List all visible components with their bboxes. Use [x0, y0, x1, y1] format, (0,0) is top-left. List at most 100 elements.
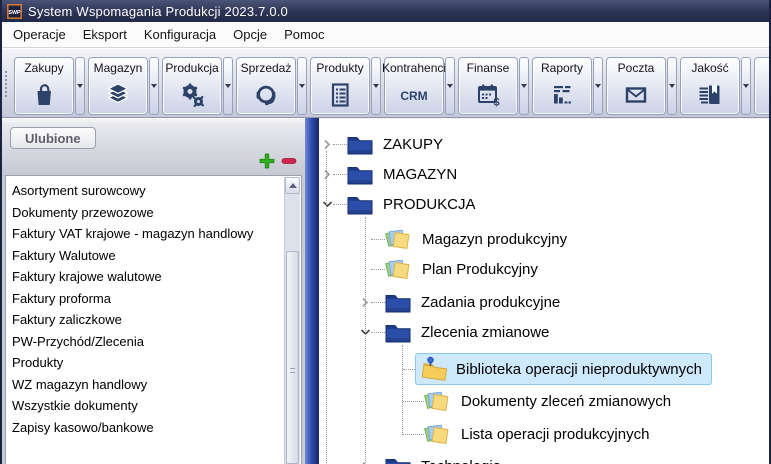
- plus-icon[interactable]: [259, 153, 275, 169]
- favorites-item-dokumenty-przewozowe[interactable]: Dokumenty przewozowe: [12, 202, 301, 224]
- toolbar-button-produkcja[interactable]: Produkcja: [162, 57, 222, 115]
- chevron-down-icon: [373, 84, 379, 88]
- toolbar-button-label: Jakość: [691, 61, 728, 75]
- chevron-down-icon: [743, 84, 749, 88]
- toolbar-button-sprzedaż[interactable]: Sprzedaż: [236, 57, 296, 115]
- tree-item-label: Zlecenia zmianowe: [421, 324, 549, 341]
- panel-splitter[interactable]: [305, 118, 319, 464]
- toolbar-dropdown-kontrahenci[interactable]: [445, 57, 455, 115]
- favorites-item-faktury-vat-krajowe-magazyn-handlowy[interactable]: Faktury VAT krajowe - magazyn handlowy: [12, 223, 301, 245]
- tree-item-label: Dokumenty zleceń zmianowych: [461, 393, 671, 410]
- favorites-item-pw-przychód-zlecenia[interactable]: PW-Przychód/Zlecenia: [12, 331, 301, 353]
- tree-item-magazyn-produkcyjny[interactable]: Magazyn produkcyjny: [319, 224, 769, 254]
- tree-connector-stub: [371, 239, 385, 240]
- notes-icon: [424, 389, 451, 414]
- tree-item-label: Magazyn produkcyjny: [422, 231, 567, 248]
- chevron-down-icon: [151, 84, 157, 88]
- tree-connector-stub: [403, 434, 424, 435]
- toolbar-dropdown-raporty[interactable]: [593, 57, 603, 115]
- tree-item-zadania-produkcyjne[interactable]: Zadania produkcyjne: [319, 287, 769, 317]
- folder-blue-icon: [347, 164, 373, 185]
- navigation-tree: ZAKUPYMAGAZYN PRODUKCJA Magazyn produkcyjn…: [319, 118, 769, 464]
- toolbar-dropdown-jakość[interactable]: [741, 57, 751, 115]
- tree-item-dokumenty-zleceń-zmianowych[interactable]: Dokumenty zleceń zmianowych: [319, 386, 769, 416]
- chevron-expanded-icon[interactable]: [321, 199, 333, 209]
- scrollbar-thumb[interactable]: [286, 251, 299, 464]
- toolbar-group-poczta: Poczta: [606, 57, 677, 115]
- menu-item-opcje[interactable]: Opcje: [226, 24, 274, 45]
- toolbar-button-poczta[interactable]: Poczta: [606, 57, 666, 115]
- toolbar-button-raporty[interactable]: Raporty: [532, 57, 592, 115]
- toolbar-button-finanse[interactable]: Finanse$: [458, 57, 518, 115]
- tree-item-technologia[interactable]: Technologia: [319, 451, 769, 464]
- tree-item-zakupy[interactable]: ZAKUPY: [319, 129, 769, 159]
- toolbar-button-produkty[interactable]: Produkty: [310, 57, 370, 115]
- toolbar-group-magazyn: Magazyn: [88, 57, 159, 115]
- favorites-item-wz-magazyn-handlowy[interactable]: WZ magazyn handlowy: [12, 374, 301, 396]
- titlebar: SWP System Wspomagania Produkcji 2023.7.…: [2, 0, 769, 22]
- toolbar-dropdown-zakupy[interactable]: [75, 57, 85, 115]
- tree-connector-stub: [403, 369, 415, 370]
- toolbar-button-magazyn[interactable]: Magazyn: [88, 57, 148, 115]
- toolbar-grip-handle[interactable]: [5, 71, 10, 97]
- chevron-collapsed-icon[interactable]: [321, 169, 333, 180]
- toolbar-group-raporty: Raporty: [532, 57, 603, 115]
- toolbar-icon-holder: [547, 75, 577, 114]
- minus-icon[interactable]: [281, 153, 297, 169]
- folder-blue-icon: [347, 134, 373, 155]
- toolbar-dropdown-produkcja[interactable]: [223, 57, 233, 115]
- pin-folder-icon: [421, 356, 448, 382]
- menu-item-pomoc[interactable]: Pomoc: [277, 24, 331, 45]
- tree-item-lista-operacji-produkcyjnych[interactable]: Lista operacji produkcyjnych: [319, 419, 769, 449]
- favorites-item-wszystkie-dokumenty[interactable]: Wszystkie dokumenty: [12, 395, 301, 417]
- toolbar-dropdown-sprzedaż[interactable]: [297, 57, 307, 115]
- toolbar-button-label: Zakupy: [24, 61, 63, 75]
- tree-item-produkcja[interactable]: PRODUKCJA: [319, 189, 769, 219]
- favorites-item-faktury-krajowe-walutowe[interactable]: Faktury krajowe walutowe: [12, 266, 301, 288]
- tree-item-label: PRODUKCJA: [383, 196, 476, 213]
- tab-ulubione[interactable]: Ulubione: [10, 127, 96, 149]
- tree-item-plan-produkcyjny[interactable]: Plan Produkcyjny: [319, 254, 769, 284]
- toolbar-dropdown-magazyn[interactable]: [149, 57, 159, 115]
- toolbar-icon-holder: [325, 75, 355, 114]
- tree-item-zlecenia-zmianowe[interactable]: Zlecenia zmianowe: [319, 317, 769, 347]
- toolbar-button-kontrahenci[interactable]: KontrahenciCRM: [384, 57, 444, 115]
- toolbar: Zakupy Magazyn Produkcja Sprzedaż Produkty Ko…: [2, 48, 769, 118]
- envelope-icon: [621, 80, 651, 110]
- tree-selection-highlight: Biblioteka operacji nieproduktywnych: [415, 353, 712, 385]
- scroll-up-button[interactable]: [285, 177, 300, 194]
- favorites-item-faktury-proforma[interactable]: Faktury proforma: [12, 288, 301, 310]
- toolbar-button-label: Produkty: [316, 61, 363, 75]
- favorites-item-produkty[interactable]: Produkty: [12, 352, 301, 374]
- folder-blue-icon: [385, 322, 411, 343]
- toolbar-button-partial[interactable]: [754, 57, 771, 115]
- toolbar-group-produkcja: Produkcja: [162, 57, 233, 115]
- menu-item-konfiguracja[interactable]: Konfiguracja: [137, 24, 223, 45]
- toolbar-button-label: Sprzedaż: [241, 61, 292, 75]
- toolbar-icon-holder: CRM: [397, 75, 431, 114]
- favorites-item-zapisy-kasowo-bankowe[interactable]: Zapisy kasowo/bankowe: [12, 417, 301, 439]
- folder-blue-icon: [385, 456, 411, 464]
- favorites-item-asortyment-surowcowy[interactable]: Asortyment surowcowy: [12, 180, 301, 202]
- toolbar-group-partial: [754, 57, 771, 115]
- menu-item-operacje[interactable]: Operacje: [6, 24, 73, 45]
- menubar: OperacjeEksportKonfiguracjaOpcjePomoc: [2, 22, 769, 48]
- favorites-item-faktury-zaliczkowe[interactable]: Faktury zaliczkowe: [12, 309, 301, 331]
- toolbar-dropdown-poczta[interactable]: [667, 57, 677, 115]
- toolbar-icon-holder: [177, 75, 207, 114]
- tree-item-magazyn[interactable]: MAGAZYN: [319, 159, 769, 189]
- chevron-collapsed-icon[interactable]: [321, 139, 333, 150]
- toolbar-button-label: Produkcja: [165, 61, 218, 75]
- toolbar-dropdown-finanse[interactable]: [519, 57, 529, 115]
- favorites-item-faktury-walutowe[interactable]: Faktury Walutowe: [12, 245, 301, 267]
- tree-item-label: Lista operacji produkcyjnych: [461, 426, 649, 443]
- tree-item-label: Technologia: [421, 458, 501, 464]
- menu-item-eksport[interactable]: Eksport: [76, 24, 134, 45]
- toolbar-button-jakość[interactable]: Jakość: [680, 57, 740, 115]
- tree-item-biblioteka-operacji-nieproduktywnych[interactable]: Biblioteka operacji nieproduktywnych: [319, 354, 769, 384]
- tree-connector-line: [326, 151, 327, 464]
- shopping-bag-icon: [29, 80, 59, 110]
- toolbar-dropdown-produkty[interactable]: [371, 57, 381, 115]
- toolbar-button-zakupy[interactable]: Zakupy: [14, 57, 74, 115]
- tree-item-label: Zadania produkcyjne: [421, 294, 560, 311]
